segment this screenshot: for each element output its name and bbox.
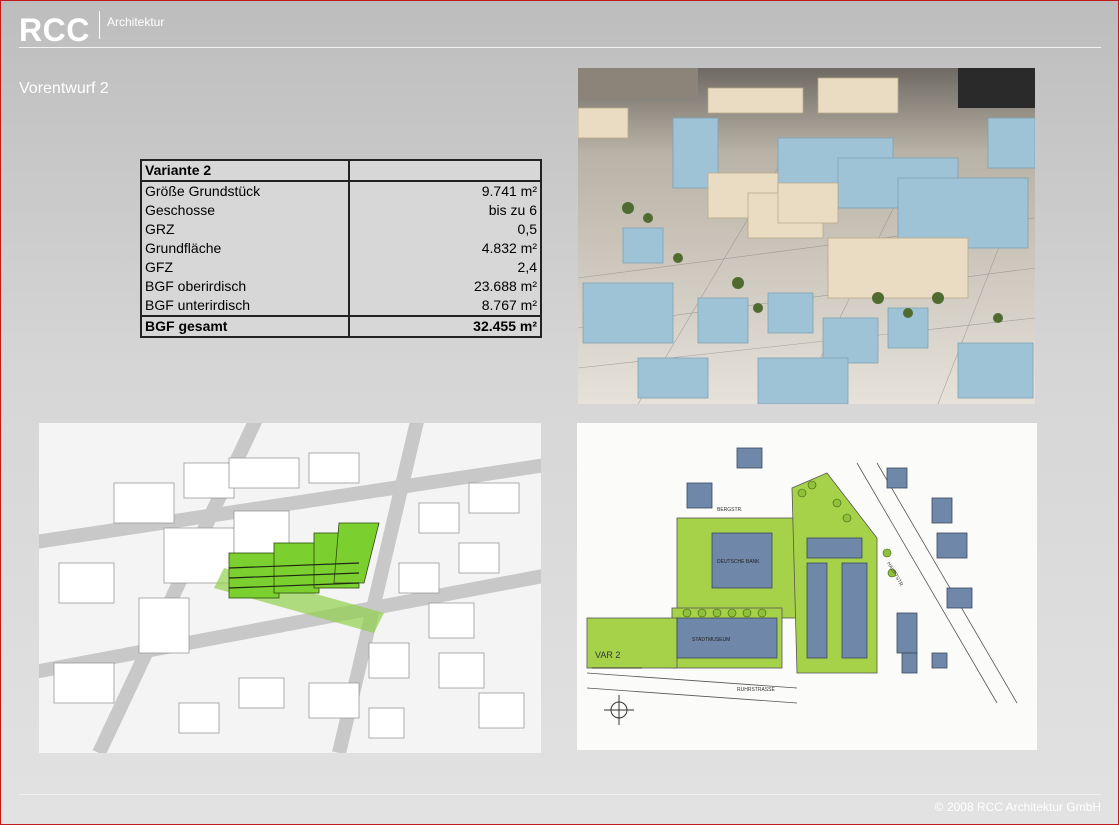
- row-label: Größe Grundstück: [140, 181, 350, 201]
- table-row: Geschosse bis zu 6: [140, 201, 542, 220]
- row-label: Geschosse: [140, 201, 350, 220]
- row-label: GRZ: [140, 220, 350, 239]
- render-3d[interactable]: [39, 423, 541, 753]
- model-photo[interactable]: [578, 68, 1035, 404]
- table-header-row: Variante 2: [140, 159, 542, 182]
- key-figures-table: Variante 2 Größe Grundstück 9.741 m² Gesc…: [140, 159, 542, 338]
- plan-museum-label: STADTMUSEUM: [692, 637, 730, 643]
- table-row: BGF unterirdisch 8.767 m²: [140, 296, 542, 316]
- row-value: 2,4: [349, 258, 542, 277]
- table-row: Grundfläche 4.832 m²: [140, 239, 542, 258]
- row-value: 0,5: [349, 220, 542, 239]
- row-value: 23.688 m²: [349, 277, 542, 296]
- plan-bank-label: DEUTSCHE BANK: [717, 559, 760, 565]
- table-row: GFZ 2,4: [140, 258, 542, 277]
- site-plan[interactable]: VAR 2 DEUTSCHE BANK STADTMUSEUM RUHRSTRA…: [577, 423, 1037, 750]
- table-row: GRZ 0,5: [140, 220, 542, 239]
- plan-street-label: RUHRSTRASSE: [737, 687, 775, 693]
- table-row: BGF oberirdisch 23.688 m²: [140, 277, 542, 296]
- page-title: Vorentwurf 2: [19, 80, 109, 97]
- logo-subtitle: Architektur: [107, 15, 165, 29]
- copyright: © 2008 RCC Architektur GmbH: [934, 800, 1101, 814]
- table-row: Größe Grundstück 9.741 m²: [140, 181, 542, 201]
- total-label: BGF gesamt: [140, 315, 350, 338]
- table-heading: Variante 2: [140, 159, 350, 182]
- plan-street-label: BERGSTR.: [717, 507, 743, 513]
- row-label: Grundfläche: [140, 239, 350, 258]
- row-value: 9.741 m²: [349, 181, 542, 201]
- row-label: GFZ: [140, 258, 350, 277]
- row-value: bis zu 6: [349, 201, 542, 220]
- row-label: BGF oberirdisch: [140, 277, 350, 296]
- row-value: 4.832 m²: [349, 239, 542, 258]
- header-divider: [19, 47, 1101, 48]
- logo-divider: [99, 11, 100, 39]
- table-total-row: BGF gesamt 32.455 m²: [140, 315, 542, 338]
- row-value: 8.767 m²: [349, 296, 542, 316]
- logo[interactable]: RCC: [19, 12, 90, 49]
- footer-divider: [19, 794, 1101, 795]
- plan-var-label: VAR 2: [595, 650, 620, 660]
- row-label: BGF unterirdisch: [140, 296, 350, 316]
- table-heading-value: [349, 159, 542, 182]
- total-value: 32.455 m²: [349, 315, 542, 338]
